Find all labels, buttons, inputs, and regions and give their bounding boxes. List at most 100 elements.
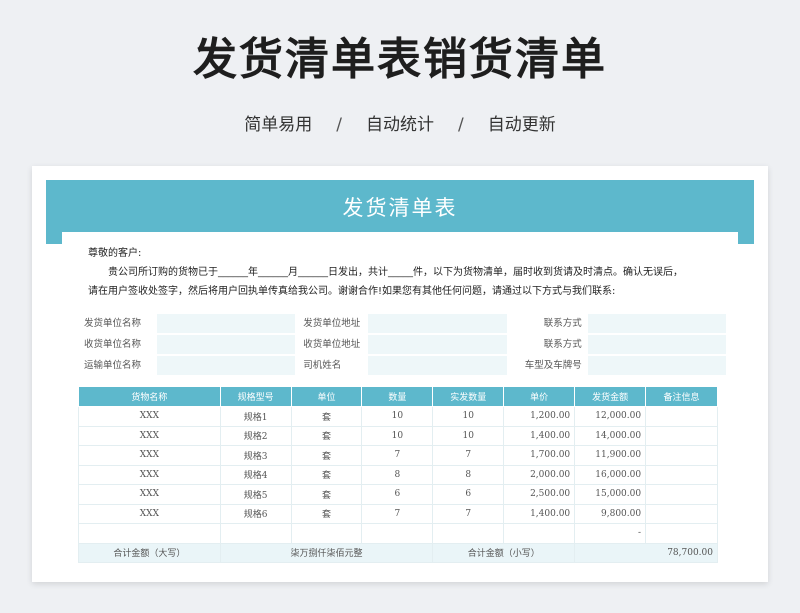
table-cell[interactable]: XXX <box>78 445 221 466</box>
column-header: 数量 <box>361 386 434 407</box>
table-cell[interactable]: 规格6 <box>219 503 292 524</box>
table-cell[interactable] <box>645 464 718 485</box>
table-cell[interactable]: XXX <box>78 503 221 524</box>
tagline-item: 自动更新 <box>487 115 556 135</box>
table-cell[interactable]: 11,900.00 <box>574 445 647 466</box>
table-cell[interactable]: 6 <box>361 484 434 505</box>
sum-label-lower: 合计金额（小写） <box>432 542 576 563</box>
info-row: 发货单位名称 发货单位地址 联系方式 <box>84 314 727 334</box>
info-field[interactable] <box>368 356 507 375</box>
column-header: 货物名称 <box>78 386 221 407</box>
info-field[interactable] <box>368 335 507 354</box>
table-cell[interactable]: 1,400.00 <box>503 503 576 524</box>
table-cell[interactable]: 8 <box>361 464 434 485</box>
info-row: 运输单位名称 司机姓名 车型及车牌号 <box>84 356 727 376</box>
info-field[interactable] <box>157 356 296 375</box>
table-cell[interactable]: 14,000.00 <box>574 425 647 446</box>
table-cell[interactable]: XXX <box>78 425 221 446</box>
table-cell[interactable]: 15,000.00 <box>574 484 647 505</box>
info-field[interactable] <box>587 335 727 354</box>
sum-value-upper[interactable]: 柒万捌仟柒佰元整 <box>219 542 434 563</box>
table-cell[interactable] <box>645 503 718 524</box>
table-cell[interactable] <box>78 523 221 544</box>
table-cell[interactable]: 规格3 <box>219 445 292 466</box>
table-cell[interactable] <box>645 523 718 544</box>
sum-row: 合计金额（大写） 柒万捌仟柒佰元整 合计金额（小写） 78,700.00 <box>78 542 718 563</box>
table-cell[interactable]: 规格1 <box>219 406 292 427</box>
table-cell[interactable]: 10 <box>361 406 434 427</box>
table-cell[interactable]: 套 <box>290 406 363 427</box>
sum-value-lower[interactable]: 78,700.00 <box>574 542 718 563</box>
info-field[interactable] <box>157 335 296 354</box>
info-field[interactable] <box>587 356 727 375</box>
info-field[interactable] <box>157 314 296 333</box>
table-cell[interactable]: - <box>574 523 647 544</box>
page-title: 发货清单表销货清单 <box>193 34 607 85</box>
letter-line-1: 贵公司所订购的货物已于______年______月______日发出，共计___… <box>108 267 683 278</box>
table-cell[interactable]: 10 <box>432 425 505 446</box>
info-label: 运输单位名称 <box>84 360 142 371</box>
info-field[interactable] <box>368 314 507 333</box>
table-cell[interactable] <box>290 523 363 544</box>
table-cell[interactable]: 规格4 <box>219 464 292 485</box>
table-cell[interactable]: 12,000.00 <box>574 406 647 427</box>
table-cell[interactable]: 规格5 <box>219 484 292 505</box>
table-cell[interactable]: 16,000.00 <box>574 464 647 485</box>
table-cell[interactable]: XXX <box>78 406 221 427</box>
table-cell[interactable]: 10 <box>361 425 434 446</box>
column-header: 备注信息 <box>645 386 718 407</box>
table-cell[interactable]: XXX <box>78 484 221 505</box>
table-cell[interactable]: 7 <box>432 503 505 524</box>
table-cell[interactable]: 规格2 <box>219 425 292 446</box>
table-row: XXX 规格3 套 7 7 1,700.00 11,900.00 <box>78 445 718 466</box>
sheet-preview-card: 发货清单表 尊敬的客户: 贵公司所订购的货物已于______年______月__… <box>32 166 768 582</box>
table-cell[interactable]: XXX <box>78 464 221 485</box>
info-label: 联系方式 <box>543 339 582 350</box>
table-cell[interactable]: 1,200.00 <box>503 406 576 427</box>
table-cell[interactable]: 6 <box>432 484 505 505</box>
tagline-item: 自动统计 <box>366 115 434 135</box>
table-cell[interactable]: 9,800.00 <box>574 503 647 524</box>
table-cell[interactable]: 7 <box>432 445 505 466</box>
info-label: 发货单位名称 <box>84 318 142 329</box>
table-cell[interactable]: 1,400.00 <box>503 425 576 446</box>
table-cell[interactable]: 7 <box>361 503 434 524</box>
tagline-item: 简单易用 <box>244 115 313 135</box>
greeting: 尊敬的客户: <box>88 248 142 259</box>
table-cell[interactable]: 8 <box>432 464 505 485</box>
table-cell[interactable]: 7 <box>361 445 434 466</box>
info-label: 车型及车牌号 <box>524 360 582 371</box>
table-cell[interactable]: 套 <box>290 425 363 446</box>
table-cell[interactable]: 10 <box>432 406 505 427</box>
table-cell[interactable]: 2,500.00 <box>503 484 576 505</box>
table-cell[interactable] <box>219 523 292 544</box>
table-row: XXX 规格1 套 10 10 1,200.00 12,000.00 <box>78 406 718 427</box>
table-cell[interactable] <box>645 406 718 427</box>
sheet-body: 尊敬的客户: 贵公司所订购的货物已于______年______月______日发… <box>62 232 738 582</box>
goods-table: 货物名称 规格型号 单位 数量 实发数量 单价 发货金额 备注信息 XXX 规格… <box>78 386 718 563</box>
info-row: 收货单位名称 收货单位地址 联系方式 <box>84 335 727 355</box>
table-cell[interactable] <box>645 445 718 466</box>
table-cell[interactable]: 2,000.00 <box>503 464 576 485</box>
column-header: 单价 <box>503 386 576 407</box>
letter-text: 尊敬的客户: 贵公司所订购的货物已于______年______月______日发… <box>88 244 728 301</box>
table-cell[interactable]: 套 <box>290 503 363 524</box>
info-label: 收货单位名称 <box>84 339 142 350</box>
table-row: XXX 规格2 套 10 10 1,400.00 14,000.00 <box>78 425 718 446</box>
table-header-row: 货物名称 规格型号 单位 数量 实发数量 单价 发货金额 备注信息 <box>78 386 718 407</box>
column-header: 实发数量 <box>432 386 505 407</box>
info-label: 收货单位地址 <box>303 339 361 350</box>
table-cell[interactable] <box>432 523 505 544</box>
table-cell[interactable]: 套 <box>290 464 363 485</box>
table-cell[interactable]: 套 <box>290 445 363 466</box>
table-cell[interactable] <box>503 523 576 544</box>
table-cell[interactable] <box>361 523 434 544</box>
table-row: - <box>78 523 718 544</box>
table-cell[interactable]: 1,700.00 <box>503 445 576 466</box>
info-field[interactable] <box>587 314 727 333</box>
table-cell[interactable]: 套 <box>290 484 363 505</box>
info-label: 联系方式 <box>543 318 582 329</box>
table-cell[interactable] <box>645 425 718 446</box>
table-cell[interactable] <box>645 484 718 505</box>
column-header: 发货金额 <box>574 386 647 407</box>
